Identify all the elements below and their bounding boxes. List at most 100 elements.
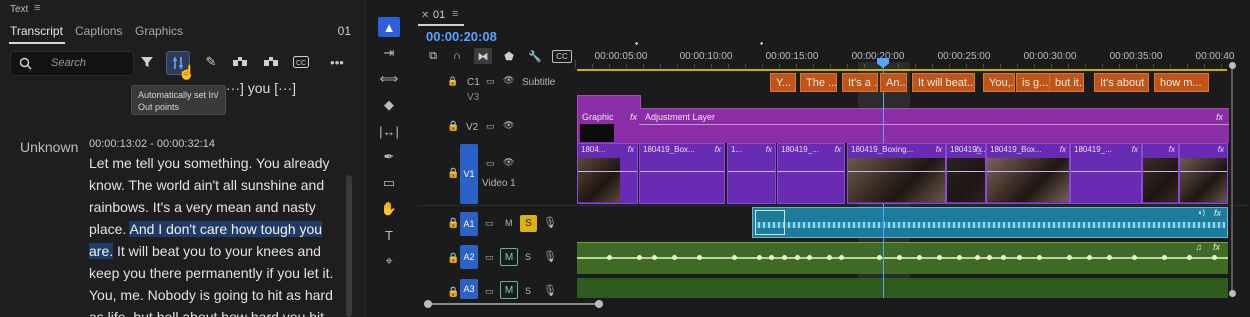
mute-button[interactable]: M (500, 281, 518, 299)
marker-icon[interactable]: ⬟ (500, 48, 518, 64)
keyframe[interactable] (757, 255, 762, 260)
hand-tool-icon[interactable]: ✋ (378, 199, 400, 219)
solo-button[interactable]: S (525, 252, 531, 262)
caption-clip[interactable]: is g... (1016, 73, 1050, 92)
scroll-handle-top[interactable] (1229, 62, 1236, 69)
captions-icon[interactable]: CC (552, 50, 572, 63)
video-clip[interactable]: 1804... fx (577, 143, 638, 204)
filter-icon[interactable] (136, 51, 158, 73)
marker-icon[interactable]: ⬩ (760, 38, 763, 49)
close-icon[interactable]: ✕ (421, 10, 429, 21)
scroll-handle-right[interactable] (595, 300, 603, 308)
video-clip[interactable]: 180419_Box... fx (639, 143, 725, 204)
keyframe[interactable] (897, 255, 902, 260)
keyframe[interactable] (1132, 255, 1137, 260)
playhead-timecode[interactable]: 00:00:20:08 (426, 29, 497, 44)
solo-button[interactable]: S (520, 215, 537, 232)
caption-clip[interactable]: how m... (1154, 73, 1209, 92)
lock-icon[interactable]: 🔒 (447, 121, 459, 132)
caption-clip[interactable]: It's a ... (842, 73, 878, 92)
type-tool-icon[interactable]: T (378, 225, 400, 245)
keyframe[interactable] (839, 255, 844, 260)
tab-transcript[interactable]: Transcript (10, 24, 63, 38)
keyframe[interactable] (1067, 255, 1072, 260)
mute-button[interactable]: M (500, 248, 518, 266)
camera-icon[interactable]: ▭ (486, 76, 495, 87)
transcript-segment[interactable]: It will beat you to your knees and keep … (89, 243, 336, 317)
keyframe[interactable] (987, 255, 992, 260)
camera-icon[interactable]: ▭ (485, 286, 494, 297)
track-select-tool-icon[interactable]: ⇥ (378, 43, 400, 63)
keyframe[interactable] (1037, 255, 1042, 260)
scroll-handle-bottom[interactable] (1229, 290, 1236, 297)
keyframe[interactable] (827, 255, 832, 260)
selection-tool-icon[interactable]: ▲ (378, 17, 400, 37)
keyframe[interactable] (697, 255, 702, 260)
tab-graphics[interactable]: Graphics (135, 24, 183, 38)
remix-tool-icon[interactable]: ⌖ (378, 251, 400, 271)
lock-icon[interactable]: 🔒 (447, 287, 459, 298)
keyframe[interactable] (807, 255, 812, 260)
rectangle-tool-icon[interactable]: ▭ (378, 173, 400, 193)
scroll-handle-left[interactable] (424, 300, 432, 308)
camera-icon[interactable]: ▭ (485, 218, 494, 229)
caption-clip[interactable]: An... (880, 73, 907, 92)
lock-icon[interactable]: 🔒 (447, 76, 458, 87)
track-target-a3[interactable]: A3 (460, 279, 478, 299)
captions-icon[interactable]: CC (290, 51, 312, 73)
solo-button[interactable]: S (525, 286, 531, 296)
caption-clip[interactable]: It's about ... (1094, 73, 1149, 92)
marker-icon[interactable]: ⬩ (635, 38, 638, 49)
keyframe[interactable] (637, 255, 642, 260)
keyframe[interactable] (1162, 255, 1167, 260)
caption-clip[interactable]: The ... (800, 73, 837, 92)
keyframe[interactable] (937, 255, 942, 260)
audio-clip-a3[interactable] (577, 278, 1228, 298)
razor-tool-icon[interactable]: ◆ (378, 95, 400, 115)
track-target-v1[interactable]: V1 (460, 144, 478, 204)
microphone-icon[interactable]: 🎙 (543, 216, 557, 229)
caption-clip[interactable]: but it... (1049, 73, 1084, 92)
keyframe[interactable] (769, 255, 774, 260)
slip-tool-icon[interactable]: |↔| (378, 121, 400, 141)
camera-icon[interactable]: ▭ (485, 252, 494, 263)
video-clip[interactable]: fx (1179, 143, 1228, 204)
hamburger-icon[interactable]: ≡ (452, 8, 458, 20)
search-input[interactable]: Search (10, 51, 134, 76)
keyframe[interactable] (732, 255, 737, 260)
keyframe[interactable] (652, 255, 657, 260)
horizontal-scrollbar[interactable] (425, 303, 599, 305)
video-clip[interactable]: 180419_Boxing... fx (847, 143, 946, 204)
more-icon[interactable]: ••• (326, 51, 348, 73)
track-target-a2[interactable]: A2 (460, 245, 478, 269)
camera-icon[interactable]: ▭ (486, 121, 495, 132)
vertical-scrollbar[interactable] (1231, 66, 1233, 296)
keyframe[interactable] (1001, 255, 1006, 260)
audio-clip-a1[interactable]: ◖) fx (752, 207, 1228, 238)
keyframe[interactable] (607, 255, 612, 260)
track-target-a1[interactable]: A1 (460, 212, 478, 236)
keyframe[interactable] (782, 255, 787, 260)
camera-icon[interactable]: ▭ (486, 158, 495, 169)
nest-icon[interactable]: ⧉ (424, 48, 442, 64)
linked-selection-icon[interactable]: ⧓ (474, 48, 492, 64)
keyframe[interactable] (1212, 255, 1217, 260)
adjustment-layer-clip[interactable]: Adjustment Layer fx (639, 108, 1229, 143)
snap-icon[interactable]: ∩ (448, 48, 466, 64)
graphic-clip[interactable]: Graphic fx (577, 95, 641, 144)
hamburger-icon[interactable]: ≡ (34, 2, 40, 14)
lock-icon[interactable]: 🔒 (447, 168, 459, 179)
video-clip[interactable]: 180419_... fx (946, 143, 986, 204)
caption-clip[interactable]: You,... (983, 73, 1015, 92)
speaker-label[interactable]: Unknown (20, 139, 78, 155)
eye-icon[interactable]: 👁 (503, 75, 514, 86)
keyframe[interactable] (1107, 255, 1112, 260)
mute-button[interactable]: M (505, 218, 513, 228)
eye-icon[interactable]: 👁 (503, 157, 514, 168)
keyframe[interactable] (1017, 255, 1022, 260)
keyframe[interactable] (957, 255, 962, 260)
lock-icon[interactable]: 🔒 (447, 218, 459, 229)
keyframe[interactable] (1187, 255, 1192, 260)
sequence-tab[interactable]: 01 (433, 9, 445, 21)
audio-clip-a2[interactable]: ♫ fx (577, 242, 1228, 274)
